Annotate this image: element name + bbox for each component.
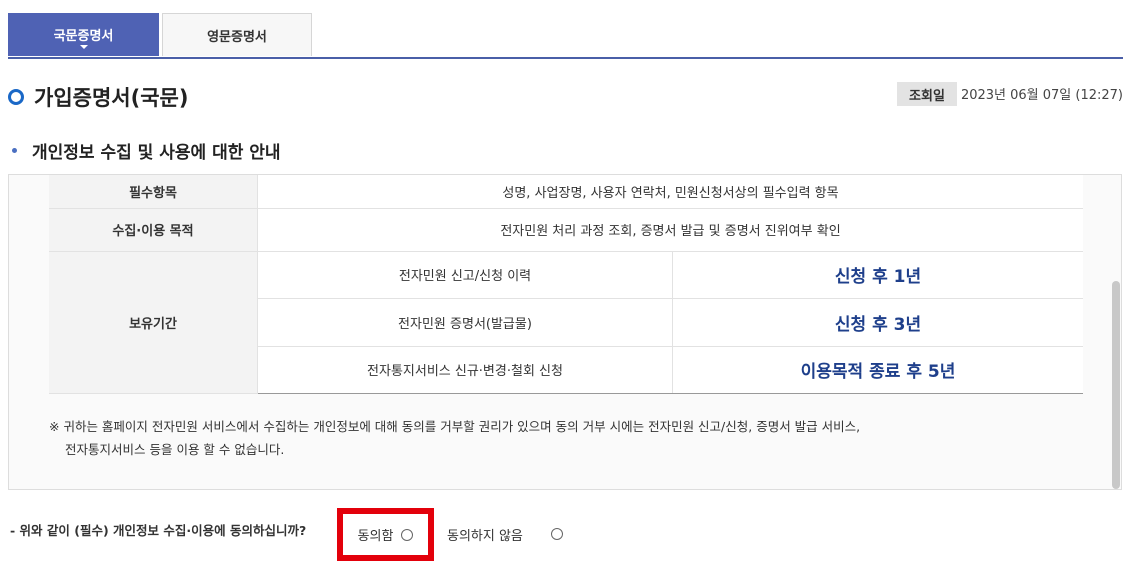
- agree-option-highlight: 동의함: [337, 508, 434, 561]
- table-row: 필수항목 성명, 사업장명, 사용자 연락처, 민원신청서상의 필수입력 항목: [49, 175, 1083, 209]
- table-row: 보유기간 전자민원 신고/신청 이력 신청 후 1년: [49, 251, 1083, 394]
- retention-period: 이용목적 종료 후 5년: [672, 346, 1083, 394]
- circle-bullet-icon: [8, 89, 24, 105]
- disagree-radio[interactable]: [551, 528, 564, 540]
- dot-bullet-icon: [12, 148, 17, 153]
- required-items-label: 필수항목: [49, 175, 258, 209]
- agree-radio[interactable]: [401, 528, 414, 541]
- privacy-info-panel: 필수항목 성명, 사업장명, 사용자 연락처, 민원신청서상의 필수입력 항목 …: [8, 174, 1122, 490]
- page-title: 가입증명서(국문): [34, 86, 189, 110]
- retention-period: 신청 후 1년: [672, 251, 1083, 299]
- title-row: 가입증명서(국문) 조회일 2023년 06월 07일 (12:27): [8, 80, 1123, 114]
- retention-period: 신청 후 3년: [672, 298, 1083, 347]
- notice-line: ※ 귀하는 홈페이지 전자민원 서비스에서 수집하는 개인정보에 대해 동의를 …: [49, 419, 861, 434]
- consent-question: - 위와 같이 (필수) 개인정보 수집·이용에 동의하십니까?: [10, 523, 307, 538]
- disagree-option[interactable]: 동의하지 않음: [447, 525, 564, 544]
- table-row: 수집·이용 목적 전자민원 처리 과정 조회, 증명서 발급 및 증명서 진위여…: [49, 208, 1083, 252]
- retention-item: 전자통지서비스 신규·변경·철회 신청: [257, 346, 673, 394]
- section-title: 개인정보 수집 및 사용에 대한 안내: [32, 143, 281, 163]
- retention-label: 보유기간: [49, 251, 258, 394]
- view-date-badge: 조회일: [897, 82, 957, 106]
- retention-item: 전자민원 신고/신청 이력: [257, 251, 673, 299]
- purpose-value: 전자민원 처리 과정 조회, 증명서 발급 및 증명서 진위여부 확인: [257, 208, 1083, 252]
- agree-label: 동의함: [357, 529, 394, 544]
- tab-label: 영문증명서: [207, 29, 267, 45]
- disagree-label: 동의하지 않음: [447, 529, 523, 544]
- tab-korean-certificate[interactable]: 국문증명서: [8, 13, 159, 56]
- agree-option[interactable]: 동의함: [343, 514, 428, 555]
- privacy-info-table: 필수항목 성명, 사업장명, 사용자 연락처, 민원신청서상의 필수입력 항목 …: [49, 175, 1083, 394]
- notice-line: 전자통지서비스 등을 이용 할 수 없습니다.: [65, 442, 285, 457]
- tab-english-certificate[interactable]: 영문증명서: [162, 13, 312, 56]
- view-date: 2023년 06월 07일 (12:27): [960, 88, 1123, 103]
- retention-item: 전자민원 증명서(발급물): [257, 298, 673, 347]
- certificate-tabs: 국문증명서 영문증명서: [8, 13, 1123, 59]
- scrollbar-thumb[interactable]: [1112, 281, 1120, 489]
- required-items-value: 성명, 사업장명, 사용자 연락처, 민원신청서상의 필수입력 항목: [257, 175, 1083, 209]
- tab-label: 국문증명서: [53, 29, 114, 44]
- purpose-label: 수집·이용 목적: [49, 208, 258, 252]
- privacy-notice: ※ 귀하는 홈페이지 전자민원 서비스에서 수집하는 개인정보에 대해 동의를 …: [49, 415, 860, 461]
- caret-down-icon: [79, 45, 88, 49]
